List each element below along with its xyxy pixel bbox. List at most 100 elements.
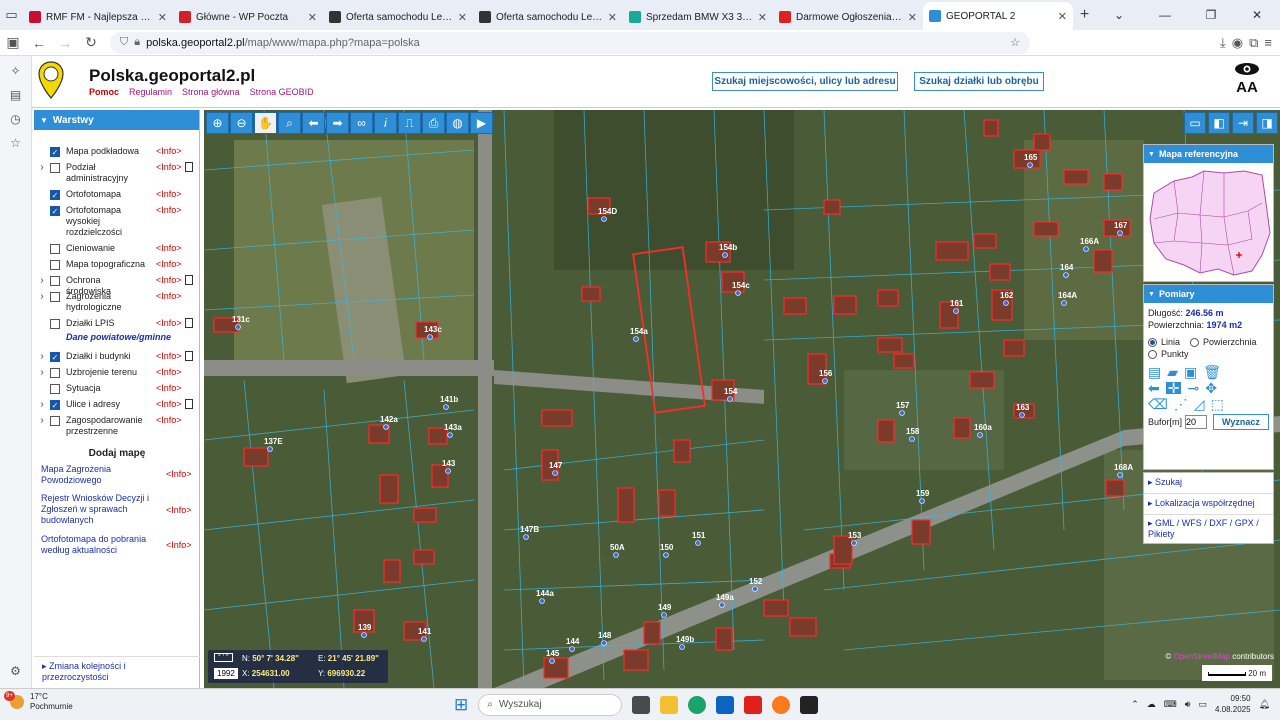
downloads-icon[interactable]: ⤓ bbox=[1220, 35, 1226, 51]
outlook-icon[interactable] bbox=[716, 695, 735, 714]
document-icon[interactable] bbox=[185, 162, 193, 172]
layer-order-link[interactable]: ▸ Zmiana kolejności i przezroczystości bbox=[34, 656, 200, 688]
address-point-marker[interactable] bbox=[569, 646, 575, 652]
tab-list-icon[interactable]: ⌄ bbox=[1096, 8, 1142, 22]
expand-icon[interactable]: › bbox=[34, 415, 50, 426]
layer-checkbox[interactable] bbox=[50, 319, 60, 329]
address-point-marker[interactable] bbox=[443, 404, 449, 410]
radio-line[interactable] bbox=[1148, 337, 1157, 347]
address-point-marker[interactable] bbox=[235, 324, 241, 330]
address-point-marker[interactable] bbox=[445, 468, 451, 474]
address-point-marker[interactable] bbox=[523, 534, 529, 540]
trash-icon[interactable]: 🗑︎ bbox=[1203, 365, 1221, 379]
red-app-icon[interactable] bbox=[744, 695, 763, 714]
address-point-marker[interactable] bbox=[727, 396, 733, 402]
layer-row[interactable]: Cieniowanie <Info> bbox=[34, 243, 200, 254]
address-point-marker[interactable] bbox=[851, 540, 857, 546]
close-window-icon[interactable]: ✕ bbox=[1234, 8, 1280, 22]
search-place-button[interactable]: Szukaj miejscowości, ulicy lub adresu bbox=[712, 72, 898, 91]
close-tab-icon[interactable]: ✕ bbox=[1058, 10, 1067, 23]
address-bar[interactable]: ⛉ 🔒︎ polska.geoportal2.pl /map/www/mapa.… bbox=[110, 31, 1030, 54]
notifications-bell-icon[interactable]: 🔔︎ bbox=[1259, 699, 1270, 710]
address-point-marker[interactable] bbox=[1003, 300, 1009, 306]
battery-icon[interactable]: ▭ bbox=[1198, 699, 1207, 710]
save-icon[interactable]: ▣ bbox=[1184, 365, 1197, 379]
next-view-icon[interactable]: ➡ bbox=[326, 112, 349, 134]
layer-row[interactable]: ✓ Ortofotomapa wysokiej rozdzielczości <In… bbox=[34, 205, 200, 238]
info-icon[interactable]: i bbox=[374, 112, 397, 134]
zoom-in-icon[interactable]: ⊕ bbox=[206, 112, 229, 134]
browser-tab[interactable]: Sprzedam BMW X3 3.0 + LPG S ✕ bbox=[623, 4, 773, 30]
osm-link[interactable]: OpenStreetMap bbox=[1173, 652, 1229, 661]
layer-checkbox[interactable]: ✓ bbox=[50, 400, 60, 410]
address-point-marker[interactable] bbox=[601, 216, 607, 222]
address-point-marker[interactable] bbox=[633, 336, 639, 342]
address-point-marker[interactable] bbox=[661, 612, 667, 618]
address-point-marker[interactable] bbox=[722, 252, 728, 258]
expand-icon[interactable]: › bbox=[34, 399, 50, 410]
layer-info-link[interactable]: <Info> bbox=[156, 259, 182, 270]
close-tab-icon[interactable]: ✕ bbox=[158, 11, 167, 24]
address-point-marker[interactable] bbox=[539, 598, 545, 604]
taskbar-search[interactable]: ⌕ Wyszukaj bbox=[478, 693, 623, 716]
bookmarks-icon[interactable]: ☆ bbox=[10, 136, 21, 150]
add-map-flood[interactable]: Mapa Zagrożenia Powodziowego bbox=[41, 464, 161, 486]
address-point-marker[interactable] bbox=[383, 424, 389, 430]
expand-icon[interactable]: › bbox=[34, 351, 50, 362]
task-view-icon[interactable] bbox=[632, 695, 651, 714]
file-explorer-icon[interactable] bbox=[660, 695, 679, 714]
clock[interactable]: 09:50 4.08.2025 bbox=[1215, 693, 1251, 715]
restore-icon[interactable]: ❐ bbox=[1188, 8, 1234, 22]
start-windows-icon[interactable]: ⊞ bbox=[454, 695, 468, 715]
browser-tab[interactable]: Oferta samochodu Lexus UX 2.0 ✕ bbox=[473, 4, 623, 30]
layout-left-icon[interactable]: ◧ bbox=[1208, 112, 1230, 134]
layer-checkbox[interactable] bbox=[50, 368, 60, 378]
minimize-icon[interactable]: — bbox=[1142, 8, 1188, 22]
address-point-marker[interactable] bbox=[735, 290, 741, 296]
weather-widget[interactable]: 9+ 17°C Pochmurnie bbox=[4, 691, 73, 712]
measure-header[interactable]: ▼ Pomiary bbox=[1144, 285, 1273, 303]
address-point-marker[interactable] bbox=[679, 644, 685, 650]
close-tab-icon[interactable]: ✕ bbox=[608, 11, 617, 24]
zoom-out-icon[interactable]: ⊖ bbox=[230, 112, 253, 134]
layer-checkbox[interactable] bbox=[50, 244, 60, 254]
close-tab-icon[interactable]: ✕ bbox=[908, 11, 917, 24]
globe-icon[interactable]: ◍ bbox=[446, 112, 469, 134]
address-point-marker[interactable] bbox=[601, 640, 607, 646]
dark-app-icon[interactable] bbox=[800, 695, 819, 714]
layer-checkbox[interactable] bbox=[50, 384, 60, 394]
add-map-register-info[interactable]: <Info> bbox=[166, 505, 192, 515]
export-link[interactable]: ▸ GML / WFS / DXF / GPX / Pikiety bbox=[1144, 515, 1273, 543]
expand-icon[interactable]: › bbox=[34, 367, 50, 378]
layer-row[interactable]: Sytuacja <Info> bbox=[34, 383, 200, 394]
expand-icon[interactable]: › bbox=[34, 275, 50, 286]
sidebar-settings-icon[interactable]: ⚙ bbox=[10, 664, 21, 678]
layer-row[interactable]: › Uzbrojenie terenu <Info> bbox=[34, 367, 200, 378]
add-map-flood-info[interactable]: <Info> bbox=[166, 469, 192, 479]
address-point-marker[interactable] bbox=[719, 602, 725, 608]
coord-system-toggle[interactable]: 1992 bbox=[214, 668, 238, 679]
pan-hand-icon[interactable]: ✋ bbox=[254, 112, 277, 134]
search-tool-link[interactable]: ▸ Szukaj bbox=[1144, 473, 1273, 494]
address-point-marker[interactable] bbox=[1063, 272, 1069, 278]
home-link[interactable]: Strona główna bbox=[182, 87, 240, 97]
coordinate-location-link[interactable]: ▸ Lokalizacja współrzędnej bbox=[1144, 494, 1273, 515]
layer-info-link[interactable]: <Info> bbox=[156, 189, 182, 200]
address-point-marker[interactable] bbox=[1117, 230, 1123, 236]
layer-info-link[interactable]: <Info> bbox=[156, 162, 182, 173]
layer-row[interactable]: Działki LPIS <Info> bbox=[34, 318, 200, 329]
document-icon[interactable] bbox=[185, 275, 193, 285]
sidebar-toggle-icon[interactable]: ▣ bbox=[0, 34, 26, 51]
zoom-box-icon[interactable]: ⌕ bbox=[278, 112, 301, 134]
document-icon[interactable]: ▤ bbox=[1148, 365, 1161, 379]
layer-row[interactable]: › ✓ Ulice i adresy <Info> bbox=[34, 399, 200, 410]
layer-row[interactable]: › Podział administracyjny <Info> bbox=[34, 162, 200, 184]
layer-checkbox[interactable] bbox=[50, 292, 60, 302]
layer-row[interactable]: ✓ Mapa podkładowa <Info> bbox=[34, 146, 200, 157]
tray-chevron-icon[interactable]: ⌃ bbox=[1131, 699, 1139, 710]
layer-info-link[interactable]: <Info> bbox=[156, 367, 182, 378]
address-point-marker[interactable] bbox=[361, 632, 367, 638]
geobid-logo-icon[interactable] bbox=[37, 60, 65, 100]
layer-checkbox[interactable]: ✓ bbox=[50, 190, 60, 200]
browser-tab[interactable]: RMF FM - Najlepsza muzyka - s ✕ bbox=[23, 4, 173, 30]
